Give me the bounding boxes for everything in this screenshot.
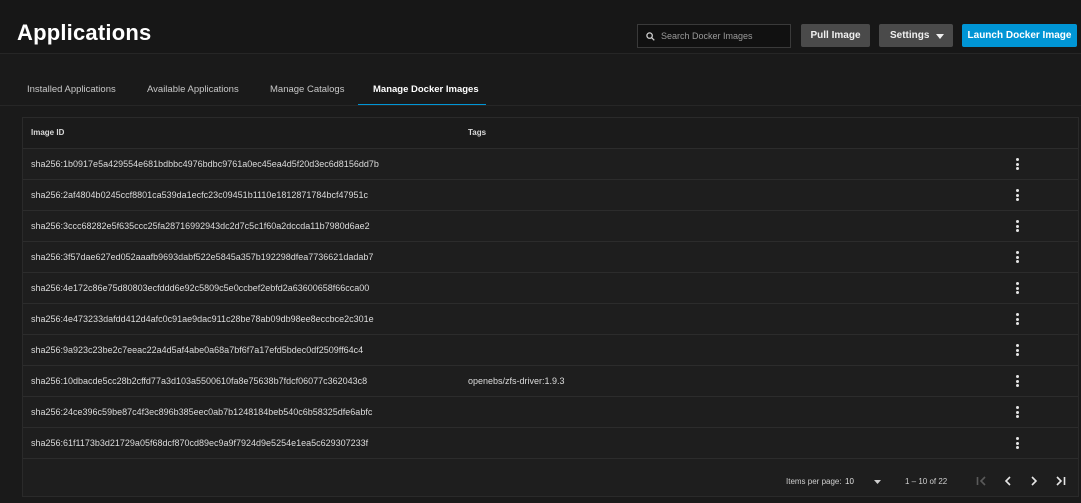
more-vert-icon[interactable] <box>1011 219 1023 233</box>
kebab-dot <box>1015 167 1019 170</box>
kebab-dot <box>1015 353 1019 356</box>
kebab-dot <box>1015 410 1019 414</box>
more-vert-icon[interactable] <box>1011 343 1023 357</box>
table-row[interactable]: sha256:2af4804b0245ccf8801ca539da1ecfc23… <box>23 180 1078 211</box>
tab-manage-docker-images[interactable]: Manage Docker Images <box>373 84 479 95</box>
settings-button[interactable]: Settings <box>879 24 953 47</box>
launch-docker-image-button[interactable]: Launch Docker Image <box>962 24 1077 47</box>
chevron-left-icon <box>1004 476 1011 486</box>
table-row[interactable]: sha256:61f1173b3d21729a05f68dcf870cd89ec… <box>23 428 1078 459</box>
last-page-icon <box>1056 476 1066 486</box>
kebab-dot <box>1015 255 1019 259</box>
items-per-page-label: Items per page: <box>786 477 842 486</box>
kebab-dot <box>1015 251 1019 254</box>
chevron-right-icon <box>1031 476 1038 486</box>
table-row[interactable]: sha256:3ccc68282e5f635ccc25fa28716992943… <box>23 211 1078 242</box>
kebab-dot <box>1015 384 1019 387</box>
kebab-dot <box>1015 317 1019 321</box>
tabs-divider <box>0 105 1081 106</box>
kebab-dot <box>1015 313 1019 316</box>
kebab-dot <box>1015 375 1019 378</box>
launch-docker-image-label: Launch Docker Image <box>967 30 1072 41</box>
kebab-dot <box>1015 348 1019 352</box>
kebab-dot <box>1015 189 1019 192</box>
kebab-dot <box>1015 415 1019 418</box>
kebab-dot <box>1015 220 1019 223</box>
image-id-cell: sha256:3f57dae627ed052aaafb9693dabf522e5… <box>31 252 374 262</box>
more-vert-icon[interactable] <box>1011 312 1023 326</box>
more-vert-icon[interactable] <box>1011 188 1023 202</box>
column-header-tags[interactable]: Tags <box>468 128 486 137</box>
pull-image-label: Pull Image <box>810 30 861 41</box>
page-range-label: 1 – 10 of 22 <box>905 477 948 486</box>
kebab-dot <box>1015 406 1019 409</box>
tab-available-applications[interactable]: Available Applications <box>147 84 239 95</box>
kebab-dot <box>1015 437 1019 440</box>
pull-image-button[interactable]: Pull Image <box>801 24 870 47</box>
search-icon <box>646 31 655 41</box>
more-vert-icon[interactable] <box>1011 374 1023 388</box>
table-row[interactable]: sha256:24ce396c59be87c4f3ec896b385eec0ab… <box>23 397 1078 428</box>
kebab-dot <box>1015 344 1019 347</box>
last-page-button[interactable] <box>1052 473 1068 489</box>
image-id-cell: sha256:9a923c23be2c7eeac22a4d5af4abe0a68… <box>31 345 364 355</box>
kebab-dot <box>1015 446 1019 449</box>
kebab-dot <box>1015 322 1019 325</box>
kebab-dot <box>1015 229 1019 232</box>
table-row[interactable]: sha256:4e473233dafdd412d4afc0c91ae9dac91… <box>23 304 1078 335</box>
more-vert-icon[interactable] <box>1011 250 1023 264</box>
items-per-page-select[interactable]: 10 <box>845 474 881 490</box>
table-row[interactable]: sha256:9a923c23be2c7eeac22a4d5af4abe0a68… <box>23 335 1078 366</box>
image-id-cell: sha256:10dbacde5cc28b2cffd77a3d103a55006… <box>31 376 368 386</box>
more-vert-icon[interactable] <box>1011 157 1023 171</box>
kebab-dot <box>1015 224 1019 228</box>
first-page-icon <box>976 476 986 486</box>
tab-bar: Installed Applications Available Applica… <box>0 54 1081 106</box>
settings-label: Settings <box>890 30 930 41</box>
page-header: Applications Pull Image Settings Launch … <box>0 0 1081 54</box>
next-page-button[interactable] <box>1026 473 1042 489</box>
image-id-cell: sha256:24ce396c59be87c4f3ec896b385eec0ab… <box>31 407 373 417</box>
tab-manage-catalogs[interactable]: Manage Catalogs <box>270 84 344 95</box>
first-page-button[interactable] <box>974 473 990 489</box>
image-id-cell: sha256:1b0917e5a429554e681bdbbc4976bdbc9… <box>31 159 379 169</box>
search-input[interactable] <box>655 30 790 42</box>
page-title: Applications <box>17 20 152 45</box>
kebab-dot <box>1015 282 1019 285</box>
kebab-dot <box>1015 158 1019 161</box>
image-id-cell: sha256:4e172c86e75d80803ecfddd6e92c5809c… <box>31 283 370 293</box>
kebab-dot <box>1015 260 1019 263</box>
tab-installed-applications[interactable]: Installed Applications <box>27 84 116 95</box>
kebab-dot <box>1015 193 1019 197</box>
previous-page-button[interactable] <box>1000 473 1016 489</box>
caret-down-icon <box>936 34 944 39</box>
kebab-dot <box>1015 198 1019 201</box>
table-row[interactable]: sha256:4e172c86e75d80803ecfddd6e92c5809c… <box>23 273 1078 304</box>
kebab-dot <box>1015 291 1019 294</box>
tags-cell: openebs/zfs-driver:1.9.3 <box>468 376 565 386</box>
docker-images-table: Image ID Tags sha256:1b0917e5a429554e681… <box>22 117 1079 497</box>
column-header-image-id[interactable]: Image ID <box>31 128 64 137</box>
more-vert-icon[interactable] <box>1011 436 1023 450</box>
image-id-cell: sha256:2af4804b0245ccf8801ca539da1ecfc23… <box>31 190 368 200</box>
kebab-dot <box>1015 286 1019 290</box>
items-per-page-value: 10 <box>845 477 854 486</box>
table-header: Image ID Tags <box>23 118 1078 149</box>
kebab-dot <box>1015 162 1019 166</box>
paginator: Items per page: 10 1 – 10 of 22 <box>23 463 1078 498</box>
table-row[interactable]: sha256:10dbacde5cc28b2cffd77a3d103a55006… <box>23 366 1078 397</box>
kebab-dot <box>1015 441 1019 445</box>
image-id-cell: sha256:4e473233dafdd412d4afc0c91ae9dac91… <box>31 314 374 324</box>
image-id-cell: sha256:61f1173b3d21729a05f68dcf870cd89ec… <box>31 438 369 448</box>
table-row[interactable]: sha256:3f57dae627ed052aaafb9693dabf522e5… <box>23 242 1078 273</box>
caret-down-icon <box>874 480 881 484</box>
table-row[interactable]: sha256:1b0917e5a429554e681bdbbc4976bdbc9… <box>23 149 1078 180</box>
search-box[interactable] <box>637 24 791 48</box>
kebab-dot <box>1015 379 1019 383</box>
more-vert-icon[interactable] <box>1011 405 1023 419</box>
more-vert-icon[interactable] <box>1011 281 1023 295</box>
image-id-cell: sha256:3ccc68282e5f635ccc25fa28716992943… <box>31 221 370 231</box>
